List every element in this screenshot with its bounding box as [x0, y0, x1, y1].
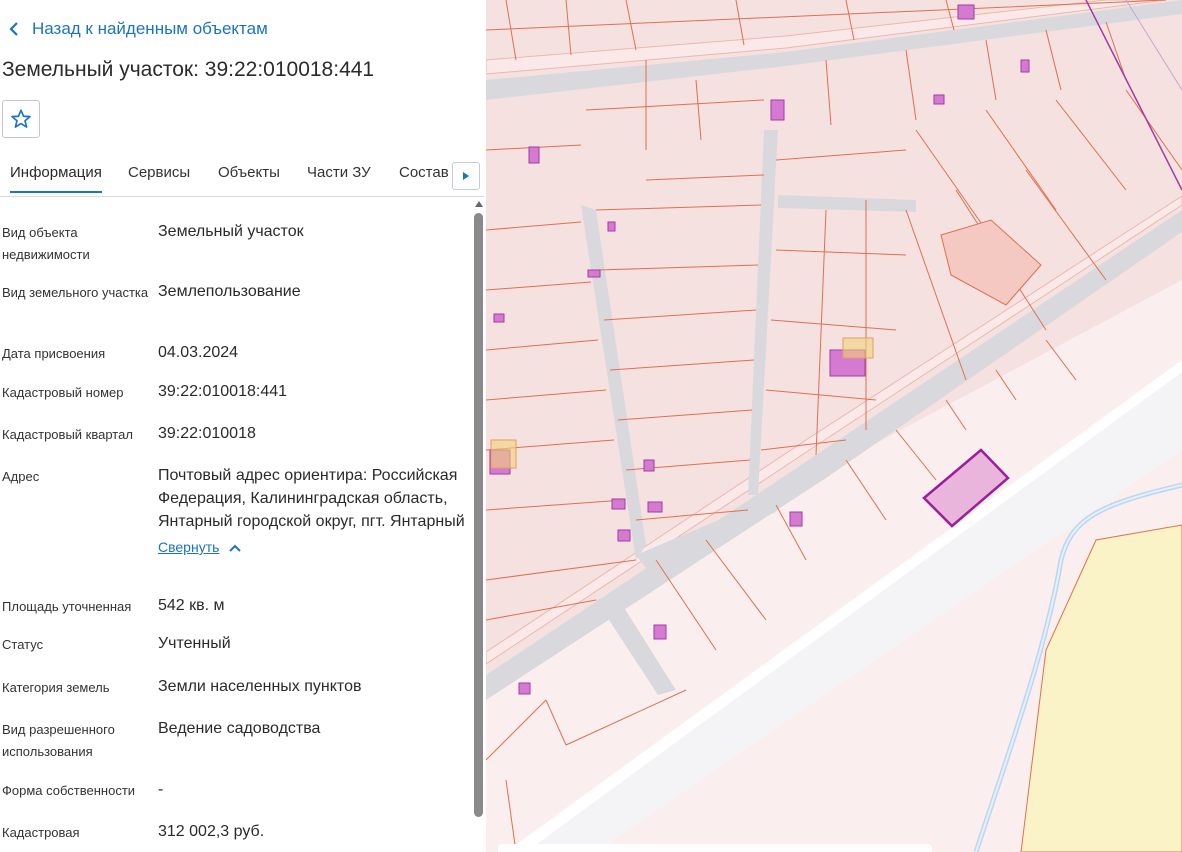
row-value: 39:22:010018: [158, 425, 256, 442]
row-value: Учтенный: [158, 635, 231, 652]
row-value: -: [158, 781, 164, 798]
map-bottom-bar: [498, 844, 932, 852]
row-value: Земельный участок: [158, 223, 304, 240]
tab-info[interactable]: Информация: [10, 164, 102, 193]
row-label: Площадь уточненная: [2, 599, 132, 614]
back-link-label: Назад к найденным объектам: [32, 19, 268, 38]
row-value: 542 кв. м: [158, 597, 225, 614]
row-label: Форма собственности: [2, 783, 136, 798]
map-canvas[interactable]: [486, 0, 1182, 852]
row-value: 39:22:010018:441: [158, 383, 288, 400]
chevron-left-icon: [9, 22, 18, 36]
chevron-up-icon: [229, 544, 242, 552]
row-label: Кадастровый квартал: [2, 427, 133, 442]
row-value: Земли населенных пунктов: [158, 678, 362, 695]
back-to-results-link[interactable]: Назад к найденным объектам: [8, 16, 268, 42]
row-label: Кадастровый номер: [2, 385, 124, 400]
row-value: Ведение садоводства: [158, 720, 321, 737]
row-label: Вид земельного участка: [2, 285, 149, 300]
row-label: Категория земель: [2, 680, 110, 695]
row-label: Вид объекта недвижимости: [2, 225, 90, 262]
scroll-up-arrow[interactable]: [475, 201, 483, 207]
tab-composition[interactable]: Состав: [399, 164, 449, 191]
collapse-link[interactable]: Свернуть: [158, 536, 242, 559]
row-label: Статус: [2, 637, 44, 652]
tab-services[interactable]: Сервисы: [128, 164, 190, 191]
row-label: Кадастровая: [2, 825, 80, 840]
address-text: Почтовый адрес ориентира: Российская Фед…: [158, 467, 465, 530]
scrollbar-thumb[interactable]: [474, 213, 483, 817]
collapse-label: Свернуть: [158, 539, 220, 555]
info-panel: Назад к найденным объектам Земельный уча…: [0, 0, 486, 852]
star-outline-icon: [11, 109, 31, 128]
row-label: Адрес: [2, 469, 40, 484]
tab-scroll-right-button[interactable]: [452, 162, 480, 190]
row-value: 312 002,3 руб.: [158, 823, 265, 840]
tab-parts[interactable]: Части ЗУ: [307, 164, 371, 191]
row-value: Почтовый адрес ориентира: Российская Фед…: [158, 464, 470, 559]
cadastral-map[interactable]: [486, 0, 1182, 852]
tab-bar: Информация Сервисы Объекты Части ЗУ Сост…: [0, 156, 484, 197]
caret-right-icon: [463, 172, 469, 180]
page-title: Земельный участок: 39:22:010018:441: [2, 58, 375, 81]
favorite-button[interactable]: [2, 100, 40, 138]
tab-objects[interactable]: Объекты: [218, 164, 280, 191]
row-value: Землепользование: [158, 283, 301, 300]
row-value: 04.03.2024: [158, 344, 239, 361]
row-label: Вид разрешенного использования: [2, 722, 115, 759]
row-label: Дата присвоения: [2, 346, 106, 361]
